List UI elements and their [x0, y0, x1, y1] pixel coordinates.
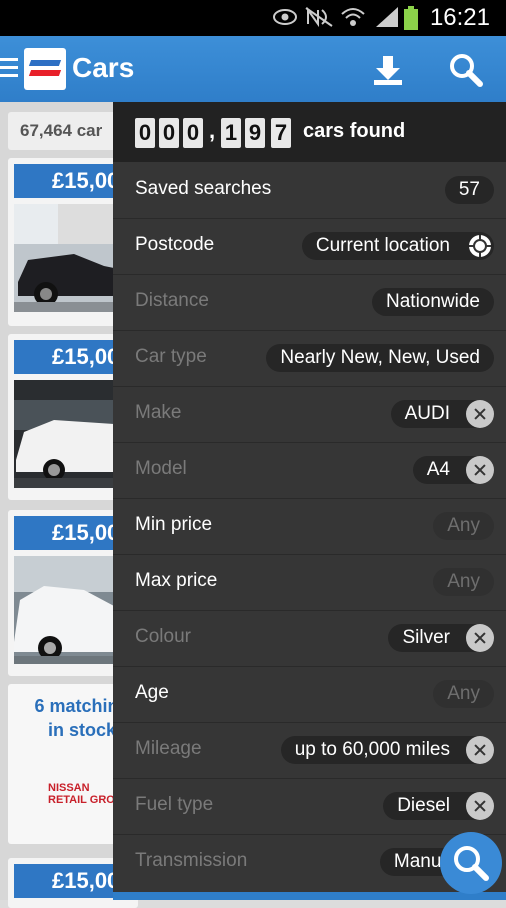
row-min-price[interactable]: Min price Any [113, 498, 506, 555]
car-photo [14, 556, 114, 664]
clock: 16:21 [429, 4, 490, 31]
search-filter-panel: 0 0 0 , 1 9 7 cars found Saved searches … [113, 102, 506, 900]
counter-digit: 1 [221, 118, 241, 148]
row-label: Model [135, 458, 187, 479]
row-fuel-type[interactable]: Fuel type Diesel [113, 778, 506, 835]
counter-digit: 9 [245, 118, 265, 148]
row-label: Postcode [135, 234, 215, 255]
postcode-value[interactable]: Current location [301, 232, 494, 260]
row-label: Max price [135, 570, 218, 591]
row-model[interactable]: Model A4 [113, 442, 506, 499]
row-label: Make [135, 402, 182, 423]
results-counter: 0 0 0 , 1 9 7 cars found [113, 102, 506, 162]
row-label: Saved searches [135, 178, 272, 199]
row-saved-searches[interactable]: Saved searches 57 [113, 162, 506, 219]
car-type-value[interactable]: Nearly New, New, Used [266, 344, 494, 372]
counter-digit: 0 [183, 118, 203, 148]
value-text: AUDI [404, 403, 450, 424]
clear-icon[interactable] [466, 400, 494, 428]
counter-digit: 0 [159, 118, 179, 148]
app-bar: Cars [0, 36, 506, 102]
results-list: 67,464 car £15,00 £15,00 £15,00 6 matchi… [0, 102, 138, 908]
car-photo [14, 204, 114, 312]
clear-icon[interactable] [466, 736, 494, 764]
status-bar: 16:21 [0, 0, 506, 36]
download-icon[interactable] [368, 50, 408, 90]
clear-icon[interactable] [466, 624, 494, 652]
app-logo[interactable] [24, 48, 66, 90]
mileage-value[interactable]: up to 60,000 miles [280, 736, 494, 764]
search-icon [454, 846, 489, 881]
counter-digit: 7 [271, 118, 291, 148]
max-price-value[interactable]: Any [433, 568, 494, 596]
row-max-price[interactable]: Max price Any [113, 554, 506, 611]
make-value[interactable]: AUDI [390, 400, 494, 428]
clear-icon[interactable] [466, 456, 494, 484]
row-age[interactable]: Age Any [113, 666, 506, 723]
app-title: Cars [72, 52, 135, 83]
nfc-off-icon [304, 6, 334, 30]
row-make[interactable]: Make AUDI [113, 386, 506, 443]
row-label: Age [135, 682, 169, 703]
age-value[interactable]: Any [433, 680, 494, 708]
found-label: cars found [303, 120, 406, 142]
row-label: Colour [135, 626, 191, 647]
row-car-type[interactable]: Car type Nearly New, New, Used [113, 330, 506, 387]
counter-digit: 0 [135, 118, 155, 148]
model-value[interactable]: A4 [412, 456, 494, 484]
row-label: Min price [135, 514, 213, 535]
signal-icon [374, 6, 400, 30]
value-text: A4 [426, 459, 450, 480]
menu-icon[interactable] [0, 58, 18, 82]
colour-value[interactable]: Silver [388, 624, 494, 652]
row-postcode[interactable]: Postcode Current location [113, 218, 506, 275]
fuel-type-value[interactable]: Diesel [383, 792, 494, 820]
value-text: Diesel [397, 795, 450, 816]
row-label: Car type [135, 346, 207, 367]
eye-icon [272, 6, 298, 30]
row-label: Transmission [135, 850, 248, 871]
row-colour[interactable]: Colour Silver [113, 610, 506, 667]
row-label: Fuel type [135, 794, 214, 815]
clear-icon[interactable] [466, 792, 494, 820]
search-icon[interactable] [446, 50, 486, 90]
car-photo [14, 380, 114, 488]
battery-icon [404, 6, 418, 30]
saved-count-badge: 57 [444, 176, 494, 204]
value-text: Silver [402, 627, 450, 648]
value-text: up to 60,000 miles [294, 739, 450, 760]
counter-separator: , [209, 118, 216, 143]
min-price-value[interactable]: Any [433, 512, 494, 540]
search-fab-button[interactable] [440, 832, 502, 894]
wifi-icon [340, 6, 366, 30]
row-label: Mileage [135, 738, 202, 759]
row-mileage[interactable]: Mileage up to 60,000 miles [113, 722, 506, 779]
row-distance[interactable]: Distance Nationwide [113, 274, 506, 331]
dealer-logo: NISSAN RETAIL GRO [48, 782, 115, 806]
locate-icon[interactable] [466, 232, 494, 260]
value-text: Current location [315, 235, 450, 256]
row-label: Distance [135, 290, 209, 311]
distance-value[interactable]: Nationwide [372, 288, 494, 316]
